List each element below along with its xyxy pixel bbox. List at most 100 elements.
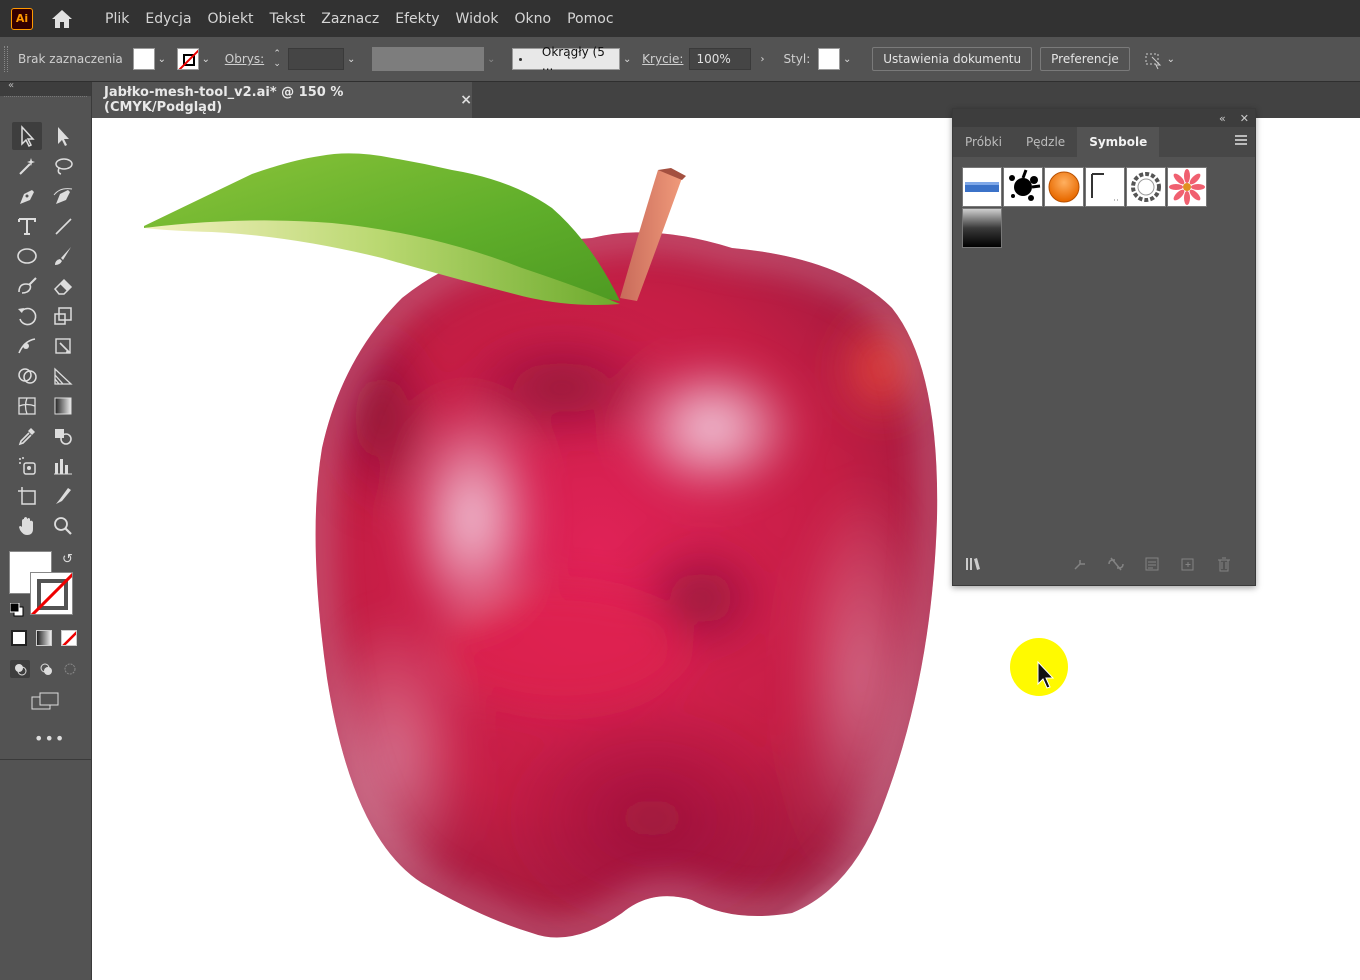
gradient-tool-icon[interactable] [48, 392, 78, 420]
curvature-tool-icon[interactable] [48, 182, 78, 210]
symbol-dark-gradient[interactable] [962, 208, 1002, 248]
magic-wand-tool-icon[interactable] [12, 152, 42, 180]
graphic-style-swatch[interactable] [818, 48, 841, 70]
selection-status: Brak zaznaczenia [18, 52, 123, 66]
tab-symbole[interactable]: Symbole [1077, 127, 1160, 157]
gradient-mode-icon[interactable] [36, 630, 52, 646]
lasso-tool-icon[interactable] [48, 152, 78, 180]
symbol-libraries-icon[interactable] [965, 555, 983, 573]
home-icon[interactable] [49, 6, 75, 32]
rotate-tool-icon[interactable] [12, 302, 42, 330]
document-settings-button[interactable]: Ustawienia dokumentu [872, 47, 1033, 71]
place-symbol-icon[interactable] [1071, 555, 1089, 573]
style-dropdown-icon[interactable]: ⌄ [840, 48, 854, 70]
swap-fill-stroke-icon[interactable]: ↺ [62, 552, 73, 567]
shape-builder-tool-icon[interactable] [12, 362, 42, 390]
shaper-tool-icon[interactable] [12, 272, 42, 300]
screen-mode-icon[interactable] [30, 690, 60, 712]
profile-dropdown-icon[interactable]: ⌄ [484, 48, 498, 70]
stroke-weight-dropdown-icon[interactable]: ⌄ [344, 48, 358, 70]
arrange-dropdown-icon[interactable]: ⌄ [1164, 48, 1178, 70]
symbol-blue-banner[interactable] [962, 167, 1002, 207]
panel-menu-icon[interactable] [1235, 135, 1247, 145]
fill-swatch[interactable] [132, 48, 155, 70]
symbol-grunge-frame[interactable] [1085, 167, 1125, 207]
collapse-icon[interactable]: « [8, 80, 14, 91]
paintbrush-tool-icon[interactable] [48, 242, 78, 270]
eraser-tool-icon[interactable] [48, 272, 78, 300]
close-document-icon[interactable]: × [460, 92, 472, 108]
variable-width-profile[interactable] [372, 47, 485, 71]
symbols-panel: « ✕ Próbki Pędzle Symbole [952, 108, 1256, 586]
pen-tool-icon[interactable] [12, 182, 42, 210]
opacity-arrow-icon[interactable]: › [755, 48, 769, 70]
eyedropper-tool-icon[interactable] [12, 422, 42, 450]
perspective-grid-tool-icon[interactable] [48, 362, 78, 390]
default-fill-stroke-icon[interactable] [9, 602, 24, 617]
mesh-tool-icon[interactable] [12, 392, 42, 420]
stroke-swatch[interactable] [176, 48, 199, 70]
panel-collapse-icon[interactable]: « [1219, 112, 1226, 125]
break-link-icon[interactable] [1107, 555, 1125, 573]
stroke-weight-input[interactable] [288, 48, 345, 70]
panel-tabs: Próbki Pędzle Symbole [953, 127, 1255, 157]
none-mode-icon[interactable] [61, 630, 77, 646]
hand-tool-icon[interactable] [12, 512, 42, 540]
stroke-color-box[interactable] [30, 572, 73, 615]
color-mode-icon[interactable] [11, 630, 27, 646]
stroke-dropdown-icon[interactable]: ⌄ [199, 48, 213, 70]
slice-tool-icon[interactable] [48, 482, 78, 510]
opacity-label[interactable]: Krycie: [642, 52, 683, 66]
symbol-options-icon[interactable] [1143, 555, 1161, 573]
symbol-pink-flower[interactable] [1167, 167, 1207, 207]
opacity-value: 100% [696, 52, 731, 66]
line-tool-icon[interactable] [48, 212, 78, 240]
ellipse-tool-icon[interactable] [12, 242, 42, 270]
new-symbol-icon[interactable] [1179, 555, 1197, 573]
scale-tool-icon[interactable] [48, 302, 78, 330]
zoom-tool-icon[interactable] [48, 512, 78, 540]
style-label: Styl: [783, 52, 811, 66]
draw-inside-icon[interactable] [60, 660, 80, 678]
edit-toolbar-icon[interactable]: ••• [34, 729, 65, 748]
menu-plik[interactable]: Plik [97, 11, 137, 27]
symbol-ornament-ring[interactable] [1126, 167, 1166, 207]
panel-title-bar[interactable]: « ✕ [953, 109, 1255, 127]
menu-tekst[interactable]: Tekst [262, 11, 314, 27]
menu-pomoc[interactable]: Pomoc [559, 11, 621, 27]
fill-dropdown-icon[interactable]: ⌄ [155, 48, 169, 70]
delete-symbol-icon[interactable] [1215, 555, 1233, 573]
puppet-warp-tool-icon[interactable] [12, 332, 42, 360]
free-transform-tool-icon[interactable] [48, 332, 78, 360]
column-graph-tool-icon[interactable] [48, 452, 78, 480]
brush-definition[interactable]: Okrągły (5 ... [512, 45, 621, 73]
selection-tool-icon[interactable] [12, 122, 42, 150]
menu-zaznacz[interactable]: Zaznacz [313, 11, 387, 27]
arrange-documents-icon[interactable] [1142, 48, 1164, 70]
draw-behind-icon[interactable] [36, 660, 56, 678]
menu-edycja[interactable]: Edycja [137, 11, 199, 27]
brush-dropdown-icon[interactable]: ⌄ [620, 48, 634, 70]
menu-okno[interactable]: Okno [507, 11, 560, 27]
symbol-ink-splash[interactable] [1003, 167, 1043, 207]
symbol-orange-button[interactable] [1044, 167, 1084, 207]
menu-obiekt[interactable]: Obiekt [200, 11, 262, 27]
opacity-input[interactable]: 100% [689, 48, 752, 70]
tab-pedzle[interactable]: Pędzle [1014, 127, 1077, 157]
type-tool-icon[interactable] [12, 212, 42, 240]
stroke-weight-stepper[interactable]: ⌃ ⌄ [270, 47, 284, 71]
menu-widok[interactable]: Widok [448, 11, 507, 27]
direct-selection-tool-icon[interactable] [48, 122, 78, 150]
menu-efekty[interactable]: Efekty [387, 11, 447, 27]
panel-close-icon[interactable]: ✕ [1240, 112, 1249, 125]
tab-probki[interactable]: Próbki [953, 127, 1014, 157]
blend-tool-icon[interactable] [48, 422, 78, 450]
draw-normal-icon[interactable] [10, 660, 30, 678]
document-tab[interactable]: Jabłko-mesh-tool_v2.ai* @ 150 % (CMYK/Po… [92, 82, 472, 118]
tools-panel-grip[interactable] [4, 96, 87, 100]
brush-definition-value: Okrągły (5 ... [541, 45, 605, 73]
artboard-tool-icon[interactable] [12, 482, 42, 510]
symbol-sprayer-tool-icon[interactable] [12, 452, 42, 480]
stroke-label[interactable]: Obrys: [225, 52, 264, 66]
preferences-button[interactable]: Preferencje [1040, 47, 1130, 71]
